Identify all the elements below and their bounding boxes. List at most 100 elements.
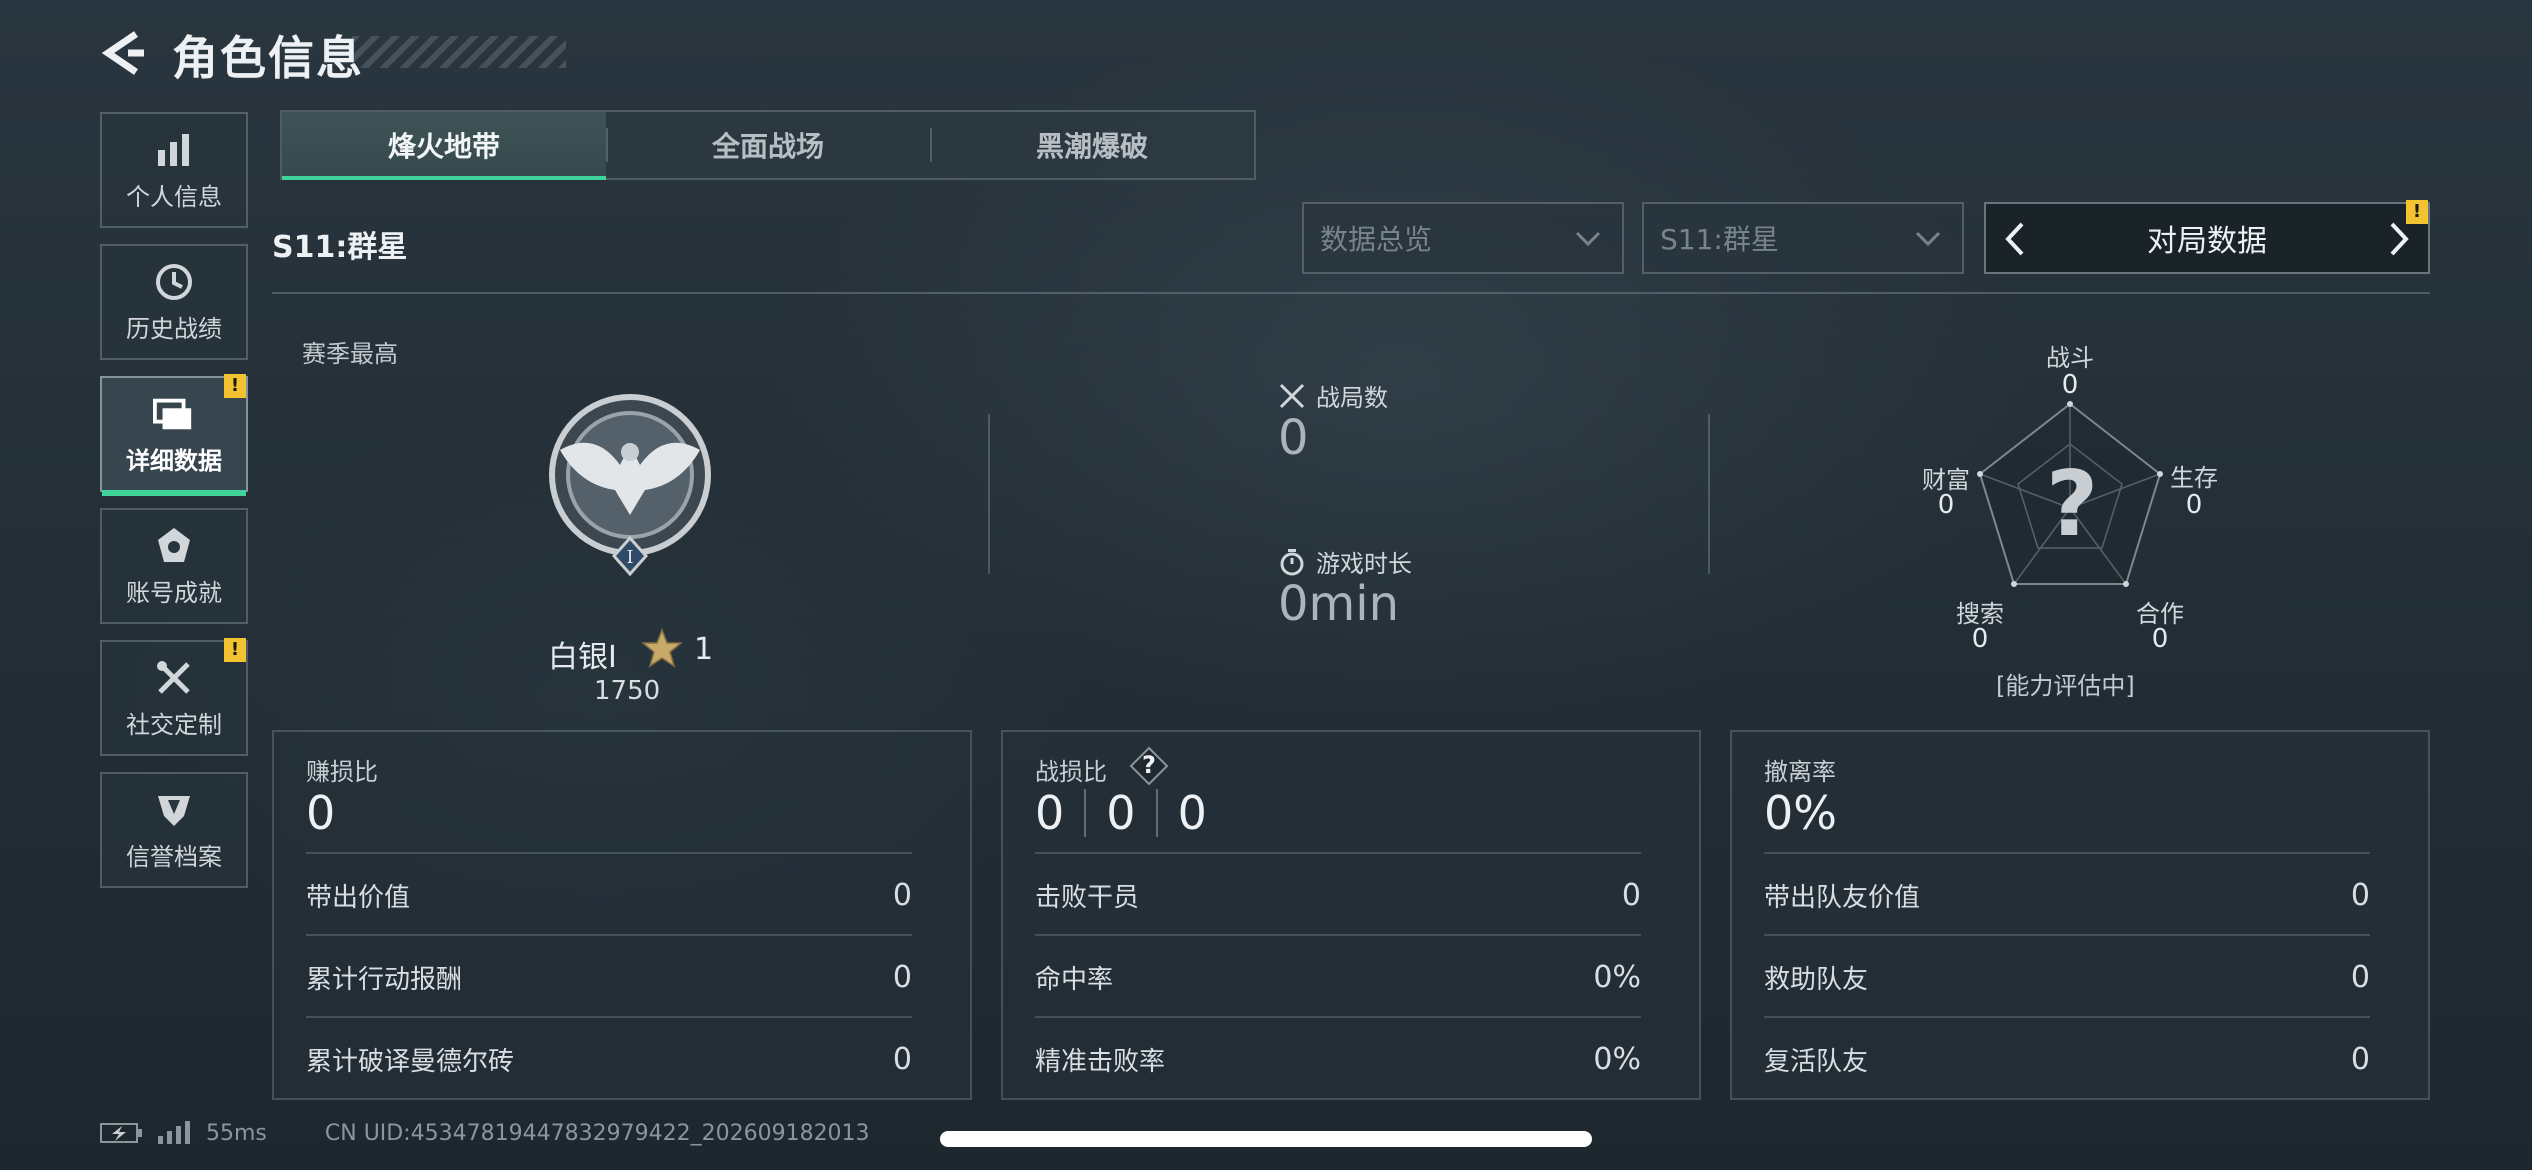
sidebar-item-label: 历史战绩 <box>126 314 222 343</box>
rank-score: 1750 <box>594 676 661 706</box>
tab-warzone[interactable]: 烽火地带 <box>282 112 606 180</box>
kd-separator <box>1084 789 1087 837</box>
season-title: S11:群星 <box>272 230 408 265</box>
clock-icon <box>153 261 195 303</box>
kd-value: 0 <box>1177 786 1207 840</box>
sidebar-item-history[interactable]: 历史战绩 <box>100 244 248 360</box>
stat-label: 累计破译曼德尔砖 <box>306 1046 515 1077</box>
stat-value: 0 <box>2350 1041 2370 1077</box>
help-mark: ? <box>1142 751 1156 779</box>
kill-death-card: 战损比 ? 0 0 0 击败干员 0 命中率 0% 精准击败率 0% <box>1001 730 1701 1100</box>
tools-icon <box>153 657 195 699</box>
radar-label-combat: 战斗 <box>2046 344 2094 372</box>
playtime-value: 0min <box>1278 576 1400 632</box>
stat-label: 精准击败率 <box>1035 1046 1166 1077</box>
matches-header: 战局数 <box>1278 378 1388 413</box>
stat-row: 带出队友价值 0 <box>1764 852 2370 936</box>
status-footer: 55ms CN UID:4534781944783297942​2_202609… <box>100 1120 870 1146</box>
divider <box>1708 414 1710 574</box>
crossed-swords-icon <box>1279 383 1305 408</box>
page-title: 角色信息 <box>172 31 364 85</box>
radar-status: [能力评估中] <box>1996 672 2135 700</box>
battery-charging-icon <box>100 1123 142 1143</box>
card-title: 撤离率 <box>1764 758 1836 786</box>
rank-star-count: 1 <box>694 632 714 667</box>
tab-full-battlefield[interactable]: 全面战场 <box>606 112 930 178</box>
signal-icon <box>158 1121 190 1144</box>
season-best-label: 赛季最高 <box>302 340 398 368</box>
stat-label: 带出队友价值 <box>1764 882 1921 913</box>
chevron-down-icon <box>1575 231 1601 247</box>
sidebar-item-label: 信誉档案 <box>126 842 222 871</box>
profit-loss-ratio: 0 <box>306 786 336 840</box>
stat-value: 0% <box>1593 1041 1641 1077</box>
card-title: 赚损比 <box>306 758 378 786</box>
back-button[interactable] <box>98 28 148 78</box>
sidebar-item-label: 详细数据 <box>126 446 222 475</box>
season-select[interactable]: S11:群星 <box>1642 202 1964 274</box>
radar-value-search: 0 <box>1971 624 1989 654</box>
stat-label: 命中率 <box>1035 964 1114 995</box>
stat-row: 救助队友 0 <box>1764 934 2370 1018</box>
star-icon <box>640 627 684 668</box>
sidebar-item-personal-info[interactable]: 个人信息 <box>100 112 248 228</box>
notification-badge: ! <box>2406 200 2428 224</box>
prev-button[interactable] <box>1994 214 2038 264</box>
help-button[interactable]: ? <box>1129 746 1169 786</box>
playtime-label: 游戏时长 <box>1316 550 1412 578</box>
back-arrow-icon <box>101 31 144 75</box>
tab-black-tide[interactable]: 黑潮爆破 <box>930 112 1254 178</box>
divider <box>988 414 990 574</box>
sidebar-item-label: 个人信息 <box>126 182 222 211</box>
sidebar-item-reputation[interactable]: 信誉档案 <box>100 772 248 888</box>
rank-emblem-icon: I <box>540 390 720 580</box>
title-decoration <box>352 36 566 68</box>
radar-value-cooperation: 0 <box>2151 624 2169 654</box>
stat-value: 0 <box>2350 877 2370 913</box>
notification-badge: ! <box>224 638 246 662</box>
sidebar-item-label: 社交定制 <box>126 710 222 739</box>
card-title: 战损比 <box>1035 758 1107 786</box>
stat-label: 击败干员 <box>1035 882 1140 913</box>
matches-label: 战局数 <box>1316 384 1388 412</box>
kd-separator <box>1155 789 1158 837</box>
stat-row: 精准击败率 0% <box>1035 1016 1641 1100</box>
stat-value: 0 <box>2350 959 2370 995</box>
radar-value-survival: 0 <box>2185 490 2203 520</box>
stat-value: 0 <box>1621 877 1641 913</box>
divider <box>272 292 2430 294</box>
stat-label: 累计行动报酬 <box>306 964 463 995</box>
stat-value: 0 <box>892 877 912 913</box>
stopwatch-icon <box>1280 548 1304 575</box>
kd-value: 0 <box>1035 786 1065 840</box>
sidebar-item-achievements[interactable]: 账号成就 <box>100 508 248 624</box>
radar-value-combat: 0 <box>2061 370 2079 400</box>
stat-value: 0 <box>892 1041 912 1077</box>
overview-select[interactable]: 数据总览 <box>1302 202 1624 274</box>
radar-label-survival: 生存 <box>2170 464 2218 492</box>
rank-name: 白银I <box>548 640 617 675</box>
stat-row: 累计行动报酬 0 <box>306 934 912 1018</box>
overview-select-value: 数据总览 <box>1320 223 1433 256</box>
stat-row: 复活队友 0 <box>1764 1016 2370 1100</box>
pager-label: 对局数据 <box>2147 224 2267 259</box>
extraction-card: 撤离率 0% 带出队友价值 0 救助队友 0 复活队友 0 <box>1730 730 2430 1100</box>
radar-unknown-mark: ? <box>2046 452 2099 557</box>
stat-value: 0% <box>1593 959 1641 995</box>
stat-row: 击败干员 0 <box>1035 852 1641 936</box>
stat-label: 复活队友 <box>1764 1046 1869 1077</box>
notification-badge: ! <box>224 374 246 398</box>
chevron-down-icon <box>1915 231 1941 247</box>
stat-row: 带出价值 0 <box>306 852 912 936</box>
shield-icon <box>153 789 195 831</box>
home-indicator[interactable] <box>940 1131 1592 1147</box>
kd-value: 0 <box>1106 786 1136 840</box>
matches-value: 0 <box>1278 410 1309 466</box>
stat-value: 0 <box>892 959 912 995</box>
chevron-left-icon <box>2005 222 2024 256</box>
season-select-value: S11:群星 <box>1660 223 1779 256</box>
mode-tabs: 烽火地带 全面战场 黑潮爆破 <box>280 110 1256 180</box>
stat-row: 累计破译曼德尔砖 0 <box>306 1016 912 1100</box>
uid-text: CN UID:4534781944783297942​2_20260918201… <box>324 1120 870 1146</box>
ping-value: 55ms <box>206 1120 267 1146</box>
